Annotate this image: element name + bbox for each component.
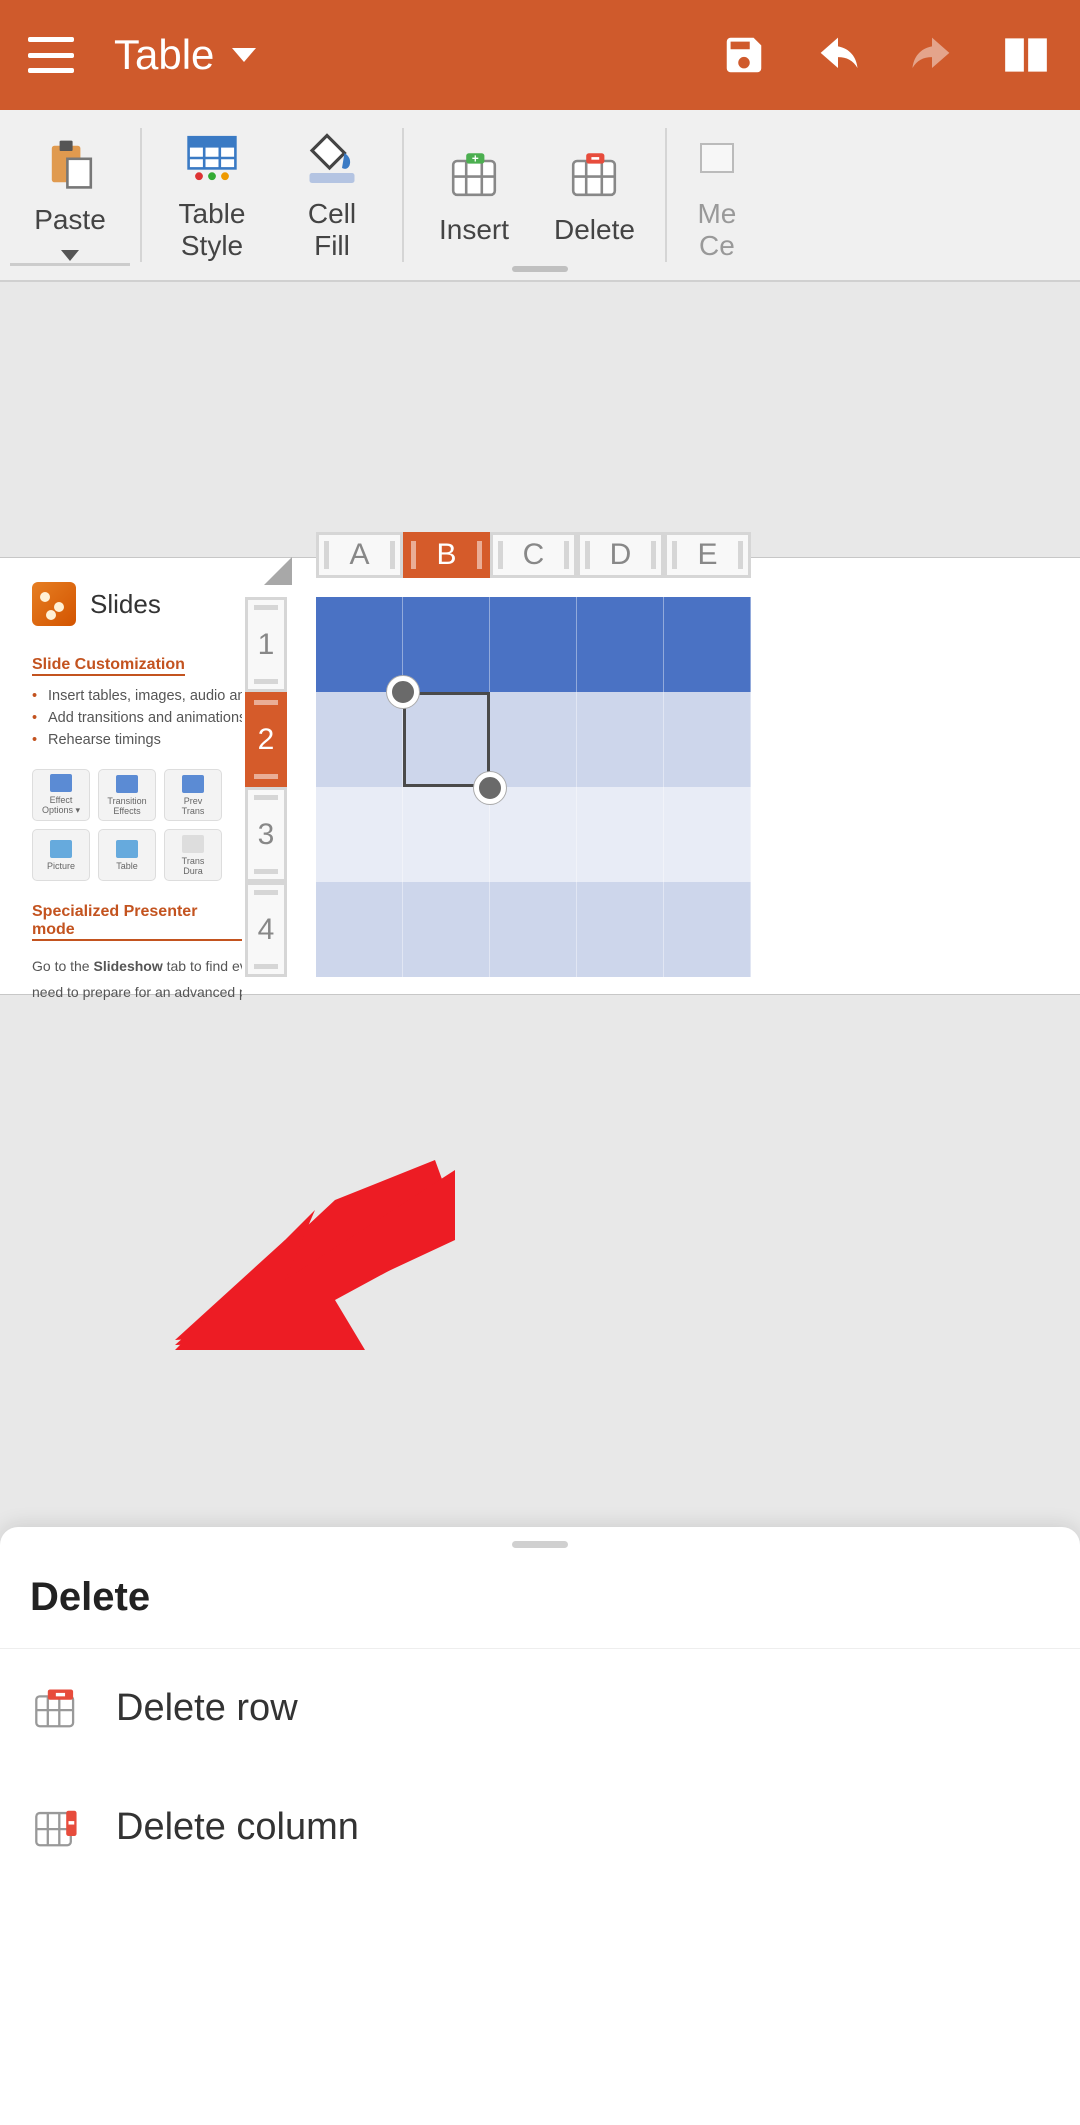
paste-button[interactable]: Paste [10,124,130,266]
merge-cells-icon [697,128,737,188]
tab-label: Table [114,31,214,79]
column-header[interactable]: A [316,532,403,578]
mini-button: Table [98,829,156,881]
undo-icon[interactable] [812,29,864,81]
merge-cells-button[interactable]: Me Ce [677,118,757,272]
paragraph: Go to the Slideshow tab to find every [32,957,242,977]
save-icon[interactable] [718,29,770,81]
svg-text:+: + [472,152,479,165]
section-heading: Specialized Presenter mode [32,903,242,941]
read-mode-icon[interactable] [1000,29,1052,81]
table-style-icon [186,128,238,188]
column-header[interactable]: D [577,532,664,578]
list-item: Add transitions and animations [32,708,242,730]
column-header[interactable]: E [664,532,751,578]
paste-icon [44,134,96,194]
list-item: Insert tables, images, audio and v [32,686,242,708]
delete-column-icon [34,1808,80,1848]
mini-button: Transition Effects [98,769,156,821]
row-header[interactable]: 2 [245,692,287,787]
delete-row-icon [34,1689,80,1729]
row-header[interactable]: 4 [245,882,287,977]
select-all-corner[interactable] [264,557,292,585]
mini-button: Trans Dura [164,829,222,881]
menu-icon[interactable] [28,37,74,73]
table-grid[interactable] [316,597,751,977]
paint-bucket-icon [302,128,362,188]
option-label: Delete row [116,1687,298,1730]
insert-button[interactable]: + Insert [414,134,534,256]
app-bar: Table [0,0,1080,110]
chevron-down-icon [232,48,256,62]
cell-fill-button[interactable]: Cell Fill [272,118,392,272]
delete-column-option[interactable]: Delete column [0,1768,1080,1887]
delete-table-icon [568,144,620,204]
redo-icon [906,29,958,81]
selection-handle-icon[interactable] [474,772,506,804]
table-style-button[interactable]: Table Style [152,118,272,272]
slide-content: Slides Slide Customization Insert tables… [32,582,242,1002]
mini-button: Picture [32,829,90,881]
section-heading: Slide Customization [32,656,185,676]
bottom-sheet: Delete Delete row Delete column [0,1527,1080,2125]
row-headers: 1 2 3 4 [245,597,287,977]
paragraph: need to prepare for an advanced pre [32,983,242,1003]
column-header[interactable]: C [490,532,577,578]
column-header[interactable]: B [403,532,490,578]
delete-button[interactable]: Delete [534,134,655,256]
app-logo-icon [32,582,76,626]
chevron-down-icon [61,250,79,261]
row-header[interactable]: 1 [245,597,287,692]
mini-button: Effect Options ▾ [32,769,90,821]
ribbon: Paste Table Style Cell Fill + Insert [0,110,1080,282]
slide-title: Slides [90,589,161,620]
list-item: Rehearse timings [32,730,242,752]
tab-selector[interactable]: Table [114,31,256,79]
insert-table-icon: + [448,144,500,204]
selection-handle-icon[interactable] [387,676,419,708]
drag-handle-icon[interactable] [512,1541,568,1548]
delete-row-option[interactable]: Delete row [0,1649,1080,1768]
canvas: Slides Slide Customization Insert tables… [0,282,1080,1357]
appbar-actions [718,29,1052,81]
mini-button: Prev Trans [164,769,222,821]
drag-handle-icon[interactable] [512,266,568,272]
row-header[interactable]: 3 [245,787,287,882]
column-headers: A B C D E [316,532,751,578]
option-label: Delete column [116,1806,359,1849]
cell-selection[interactable] [403,692,490,787]
